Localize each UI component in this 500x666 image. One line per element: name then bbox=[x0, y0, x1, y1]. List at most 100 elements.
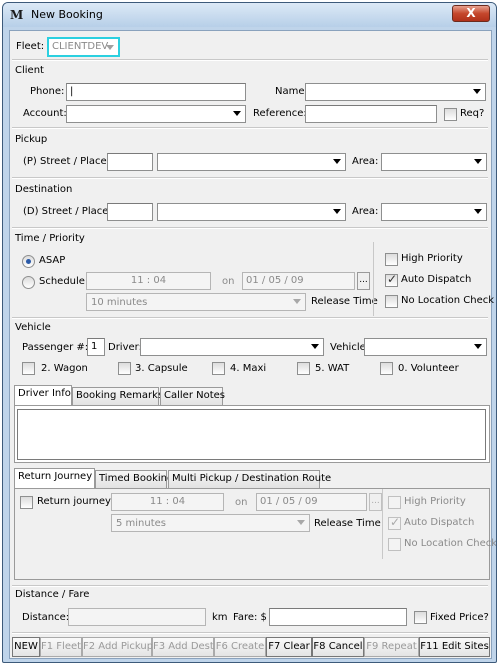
maxi-label: 4. Maxi bbox=[230, 363, 267, 374]
req-label: Req? bbox=[460, 108, 485, 119]
fare-input[interactable] bbox=[269, 608, 407, 626]
chevron-down-icon bbox=[233, 111, 241, 116]
return-journey-checkbox[interactable] bbox=[20, 496, 33, 509]
schedule-time-input[interactable]: 11 : 04 bbox=[86, 272, 211, 290]
divider bbox=[373, 242, 374, 316]
divider bbox=[12, 59, 488, 61]
chevron-down-icon bbox=[333, 159, 341, 164]
maxi-checkbox[interactable] bbox=[212, 362, 225, 375]
wat-checkbox[interactable] bbox=[297, 362, 310, 375]
wagon-checkbox[interactable] bbox=[22, 362, 35, 375]
reference-label: Reference: bbox=[253, 108, 307, 119]
divider bbox=[12, 317, 488, 319]
return-release-time-select[interactable]: 5 minutes bbox=[111, 514, 310, 532]
tab-caller-notes[interactable]: Caller Notes bbox=[160, 387, 225, 405]
booking-form: Fleet: CLIENTDEV Client Phone: | Name: A… bbox=[9, 30, 496, 659]
dest-number-input[interactable] bbox=[107, 203, 153, 221]
tab-return-journey[interactable]: Return Journey bbox=[14, 468, 95, 488]
text-cursor: | bbox=[70, 86, 74, 97]
capsule-checkbox[interactable] bbox=[118, 362, 131, 375]
return-high-priority-label: High Priority bbox=[404, 496, 466, 507]
f7-clear-button[interactable]: F7 Clear bbox=[266, 637, 312, 657]
divider bbox=[12, 127, 488, 129]
destination-header: Destination bbox=[15, 184, 73, 195]
no-location-checkbox[interactable] bbox=[385, 295, 398, 308]
tab-booking-remarks[interactable]: Booking Remarks bbox=[72, 387, 163, 405]
return-journey-label: Return journey bbox=[37, 496, 111, 507]
divider bbox=[12, 227, 488, 229]
schedule-date-input[interactable]: 01 / 05 / 09 bbox=[242, 272, 355, 290]
divider bbox=[12, 632, 488, 634]
vehicle-header: Vehicle bbox=[15, 322, 51, 333]
f1-fleet-button[interactable]: F1 Fleet bbox=[40, 637, 82, 657]
account-select[interactable] bbox=[66, 105, 246, 123]
chevron-down-icon bbox=[474, 344, 482, 349]
time-priority-header: Time / Priority bbox=[15, 233, 85, 244]
tab-driver-info[interactable]: Driver Info bbox=[14, 385, 72, 405]
fleet-label: Fleet: bbox=[16, 41, 45, 52]
release-time-select[interactable]: 10 minutes bbox=[86, 293, 306, 311]
fleet-value: CLIENTDEV bbox=[52, 41, 109, 52]
check-icon: ✓ bbox=[390, 515, 401, 529]
pickup-area-select[interactable] bbox=[381, 153, 487, 171]
wat-label: 5. WAT bbox=[315, 363, 350, 374]
close-button[interactable]: X bbox=[452, 5, 490, 22]
chevron-down-icon bbox=[297, 520, 305, 525]
volunteer-checkbox[interactable] bbox=[380, 362, 393, 375]
schedule-radio[interactable] bbox=[22, 276, 35, 289]
chevron-down-icon bbox=[333, 209, 341, 214]
window-title: New Booking bbox=[31, 8, 103, 21]
pickup-street-label: (P) Street / Place: bbox=[23, 156, 111, 167]
req-checkbox[interactable] bbox=[444, 108, 457, 121]
pickup-street-select[interactable] bbox=[157, 153, 346, 171]
passenger-input[interactable]: 1 bbox=[87, 338, 105, 356]
chevron-down-icon bbox=[106, 45, 114, 50]
dest-street-select[interactable] bbox=[157, 203, 346, 221]
release-time-label: Release Time bbox=[311, 296, 378, 307]
return-auto-dispatch-checkbox[interactable]: ✓ bbox=[388, 515, 401, 530]
return-date-picker-button[interactable]: ... bbox=[369, 493, 382, 511]
auto-dispatch-checkbox[interactable]: ✓ bbox=[385, 272, 398, 287]
return-no-location-checkbox[interactable] bbox=[388, 538, 401, 551]
driver-select[interactable] bbox=[140, 338, 324, 356]
reference-input[interactable] bbox=[305, 105, 437, 123]
tab-multi-pickup[interactable]: Multi Pickup / Destination Route bbox=[168, 470, 331, 488]
phone-input[interactable]: | bbox=[66, 83, 246, 101]
f2-add-pickup-button[interactable]: F2 Add Pickup bbox=[82, 637, 153, 657]
driver-label: Driver: bbox=[108, 342, 142, 353]
f3-add-dest-button[interactable]: F3 Add Dest bbox=[152, 637, 214, 657]
return-date-value: 01 / 05 / 09 bbox=[260, 496, 318, 507]
return-high-priority-checkbox[interactable] bbox=[388, 496, 401, 509]
fleet-select[interactable]: CLIENTDEV bbox=[47, 37, 120, 57]
name-select[interactable] bbox=[305, 83, 486, 101]
vehicle-select[interactable] bbox=[364, 338, 487, 356]
account-label: Account: bbox=[23, 108, 67, 119]
chevron-down-icon bbox=[474, 159, 482, 164]
dest-street-label: (D) Street / Place: bbox=[23, 206, 112, 217]
date-picker-button[interactable]: ... bbox=[357, 272, 370, 290]
return-time-input[interactable]: 11 : 04 bbox=[111, 493, 224, 511]
driver-info-panel bbox=[14, 405, 490, 463]
chevron-down-icon bbox=[473, 89, 481, 94]
dest-area-select[interactable] bbox=[381, 203, 487, 221]
fixed-price-checkbox[interactable] bbox=[414, 611, 427, 624]
fare-label: Fare: $ bbox=[233, 612, 267, 623]
driver-info-textarea[interactable] bbox=[17, 409, 486, 460]
f11-edit-sites-button[interactable]: F11 Edit Sites bbox=[419, 637, 490, 657]
f9-repeat-button[interactable]: F9 Repeat bbox=[364, 637, 419, 657]
high-priority-checkbox[interactable] bbox=[385, 253, 398, 266]
schedule-time-value: 11 : 04 bbox=[130, 275, 167, 286]
on-label: on bbox=[222, 276, 235, 287]
return-date-input[interactable]: 01 / 05 / 09 bbox=[256, 493, 367, 511]
return-release-value: 5 minutes bbox=[116, 518, 167, 529]
f8-cancel-button[interactable]: F8 Cancel bbox=[312, 637, 364, 657]
pickup-number-input[interactable] bbox=[107, 153, 153, 171]
f6-create-button[interactable]: F6 Create bbox=[214, 637, 266, 657]
tab-timed-booking[interactable]: Timed Booking bbox=[95, 470, 173, 488]
new-button[interactable]: NEW bbox=[12, 637, 40, 657]
app-logo-icon: M bbox=[10, 8, 24, 22]
no-location-label: No Location Check bbox=[401, 295, 495, 306]
asap-radio[interactable] bbox=[22, 255, 35, 268]
chevron-down-icon bbox=[474, 209, 482, 214]
distance-input[interactable] bbox=[68, 608, 206, 626]
